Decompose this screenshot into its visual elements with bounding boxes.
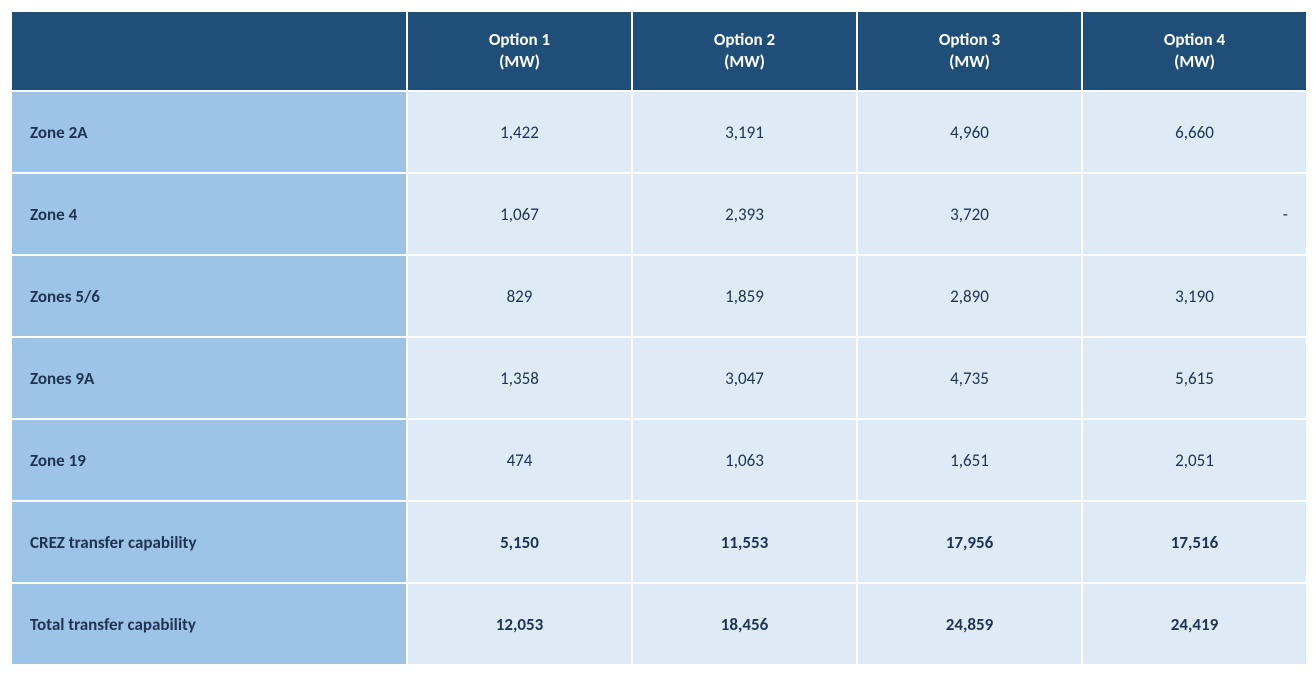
table-row: Zone 19 474 1,063 1,651 2,051 <box>11 419 1307 501</box>
table-row: Zones 5/6 829 1,859 2,890 3,190 <box>11 255 1307 337</box>
cell-value: 1,358 <box>407 337 632 419</box>
row-label: Zone 4 <box>11 173 407 255</box>
cell-value: 1,422 <box>407 91 632 173</box>
cell-value: 3,190 <box>1082 255 1307 337</box>
cell-value: 829 <box>407 255 632 337</box>
cell-value: 2,393 <box>632 173 857 255</box>
table-row: Zone 2A 1,422 3,191 4,960 6,660 <box>11 91 1307 173</box>
cell-value: 6,660 <box>1082 91 1307 173</box>
table-row: Zones 9A 1,358 3,047 4,735 5,615 <box>11 337 1307 419</box>
cell-value: 5,615 <box>1082 337 1307 419</box>
cell-value: - <box>1082 173 1307 255</box>
cell-value: 17,516 <box>1082 501 1307 583</box>
cell-value: 5,150 <box>407 501 632 583</box>
table-row: Zone 4 1,067 2,393 3,720 - <box>11 173 1307 255</box>
cell-value: 4,960 <box>857 91 1082 173</box>
cell-value: 3,191 <box>632 91 857 173</box>
cell-value: 24,859 <box>857 583 1082 665</box>
cell-value: 3,047 <box>632 337 857 419</box>
cell-value: 17,956 <box>857 501 1082 583</box>
cell-value: 12,053 <box>407 583 632 665</box>
cell-value: 4,735 <box>857 337 1082 419</box>
cell-value: 1,063 <box>632 419 857 501</box>
header-row: Option 1(MW) Option 2(MW) Option 3(MW) O… <box>11 11 1307 91</box>
row-label: Zones 9A <box>11 337 407 419</box>
header-option-2: Option 2(MW) <box>632 11 857 91</box>
cell-value: 11,553 <box>632 501 857 583</box>
row-label: Total transfer capability <box>11 583 407 665</box>
cell-value: 2,890 <box>857 255 1082 337</box>
header-blank <box>11 11 407 91</box>
capability-table: Option 1(MW) Option 2(MW) Option 3(MW) O… <box>10 10 1308 666</box>
row-label: Zones 5/6 <box>11 255 407 337</box>
header-option-4: Option 4(MW) <box>1082 11 1307 91</box>
cell-value: 24,419 <box>1082 583 1307 665</box>
table-row: CREZ transfer capability 5,150 11,553 17… <box>11 501 1307 583</box>
header-option-3: Option 3(MW) <box>857 11 1082 91</box>
row-label: Zone 2A <box>11 91 407 173</box>
cell-value: 1,067 <box>407 173 632 255</box>
row-label: Zone 19 <box>11 419 407 501</box>
cell-value: 18,456 <box>632 583 857 665</box>
cell-value: 1,859 <box>632 255 857 337</box>
cell-value: 2,051 <box>1082 419 1307 501</box>
cell-value: 1,651 <box>857 419 1082 501</box>
row-label: CREZ transfer capability <box>11 501 407 583</box>
header-option-1: Option 1(MW) <box>407 11 632 91</box>
table-row: Total transfer capability 12,053 18,456 … <box>11 583 1307 665</box>
cell-value: 3,720 <box>857 173 1082 255</box>
cell-value: 474 <box>407 419 632 501</box>
